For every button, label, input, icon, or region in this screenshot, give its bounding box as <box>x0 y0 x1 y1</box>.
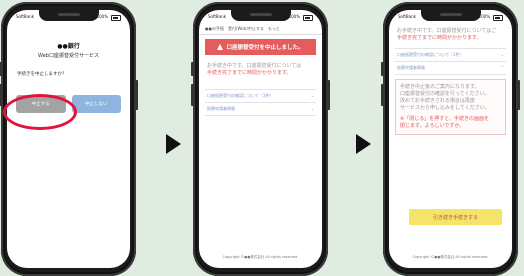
body-line: 改めてお手続きされる場合は再度 <box>400 98 475 104</box>
header-tabs: ●●の手続 受付(Web)中止する もっと <box>199 24 322 35</box>
phone-screen-1: SoftBank 9:41 100% ●●銀行 Web口座振替受付サービス 手続… <box>7 10 130 268</box>
chevron-down-icon: ⌄ <box>500 52 504 57</box>
applicant-info-box: 手続き中止後のご案内になります。 口座振替受付の確認を行ってください。 改めてお… <box>395 79 506 135</box>
tab-home[interactable]: ●●の手続 <box>205 26 224 32</box>
section-title: 振替申請者情報 ⌃ <box>395 61 506 75</box>
copyright-footer: Copyright ©●●株式会社 All rights reserved. <box>222 255 299 259</box>
tab-cancel[interactable]: 受付(Web)中止する <box>228 26 264 32</box>
phone-side-button <box>0 62 2 76</box>
section-label: 振替申請者情報 <box>397 65 425 70</box>
tab-more[interactable]: もっと <box>268 26 280 32</box>
body-line: 手続き中止後のご案内になります。 <box>400 84 480 90</box>
highlight-circle <box>3 94 77 130</box>
bank-name: ●●銀行 <box>57 43 80 50</box>
phone-frame-3: SoftBank 9:41 100% お手続き中です。口座振替受付についてはご … <box>381 2 520 276</box>
accordion-label: 口座振替受付の確認について（1件） <box>397 52 464 57</box>
alert-text: 口座振替受付を中止しました。 <box>226 45 304 51</box>
battery-icon <box>303 15 313 21</box>
accordion-confirm[interactable]: 口座振替受付の確認について（1件） ⌄ <box>205 89 316 102</box>
note-line: お手続き中です。口座振替受付についてはご <box>397 28 497 34</box>
phone-side-button <box>191 84 194 106</box>
phone-frame-1: SoftBank 9:41 100% ●●銀行 Web口座振替受付サービス 手続… <box>0 2 138 276</box>
info-line-red: 手続き完了までに時間がかかります。 <box>207 70 292 76</box>
chevron-up-icon: ⌃ <box>500 65 504 70</box>
info-line: お手続き中です。口座振替受付については <box>207 63 302 69</box>
chevron-down-icon: ⌄ <box>310 93 314 98</box>
body-line: 口座振替受付の確認を行ってください。 <box>400 91 490 97</box>
phone-screen-2: SoftBank 9:41 100% ●●の手続 受付(Web)中止する もっと… <box>199 10 322 268</box>
battery-icon <box>111 15 121 21</box>
info-text: お手続き中です。口座振替受付については 手続き完了までに時間がかかります。 <box>207 63 314 77</box>
cancel-no-button[interactable]: 中止しない <box>71 95 121 113</box>
copyright-footer: Copyright ©●●株式会社 All rights reserved. <box>412 255 489 259</box>
chevron-down-icon: ⌄ <box>310 106 314 111</box>
phone-notch <box>420 10 481 21</box>
accordion-label: 口座振替受付の確認について（1件） <box>207 93 274 98</box>
battery-icon <box>493 15 503 21</box>
phone-side-button <box>381 62 384 76</box>
body-line: サービスから申し込みをしてください。 <box>400 105 490 111</box>
phone-power-button <box>327 80 330 110</box>
phone-screen-3: SoftBank 9:41 100% お手続き中です。口座振替受付についてはご … <box>389 10 512 268</box>
phone-side-button <box>191 62 194 76</box>
warning-icon <box>217 44 224 50</box>
phone-power-button <box>135 80 138 110</box>
cancel-question: 手続きを中止しますか？ <box>17 72 67 77</box>
carrier-label: SoftBank <box>398 14 416 19</box>
next-arrow <box>356 134 371 154</box>
carrier-label: SoftBank <box>208 14 226 19</box>
phone-side-button <box>381 84 384 106</box>
accordion-confirm[interactable]: 口座振替受付の確認について（1件） ⌄ <box>395 48 506 61</box>
continue-button[interactable]: 引き続き手続きする <box>409 209 502 225</box>
phone-frame-2: SoftBank 9:41 100% ●●の手続 受付(Web)中止する もっと… <box>191 2 330 276</box>
next-arrow <box>166 134 181 154</box>
note-text: お手続き中です。口座振替受付についてはご 手続き完了までに時間がかかります。 <box>397 28 504 42</box>
accordion-label: 振替申請者情報 <box>207 106 235 111</box>
service-title: Web口座振替受付サービス <box>38 53 99 59</box>
phone-side-button <box>0 84 2 106</box>
accordion-applicant[interactable]: 振替申請者情報 ⌄ <box>205 102 316 116</box>
note-line-red: 手続き完了までに時間がかかります。 <box>397 35 482 41</box>
cancel-alert: 口座振替受付を中止しました。 <box>205 39 316 55</box>
phone-notch <box>38 10 99 21</box>
body-line-red: 閉じます。よろしいですか。 <box>400 123 465 129</box>
phone-power-button <box>517 80 520 110</box>
body-line-red: ※「閉じる」を押すと、手続きの画面を <box>400 116 489 122</box>
carrier-label: SoftBank <box>16 14 34 19</box>
phone-notch <box>230 10 291 21</box>
